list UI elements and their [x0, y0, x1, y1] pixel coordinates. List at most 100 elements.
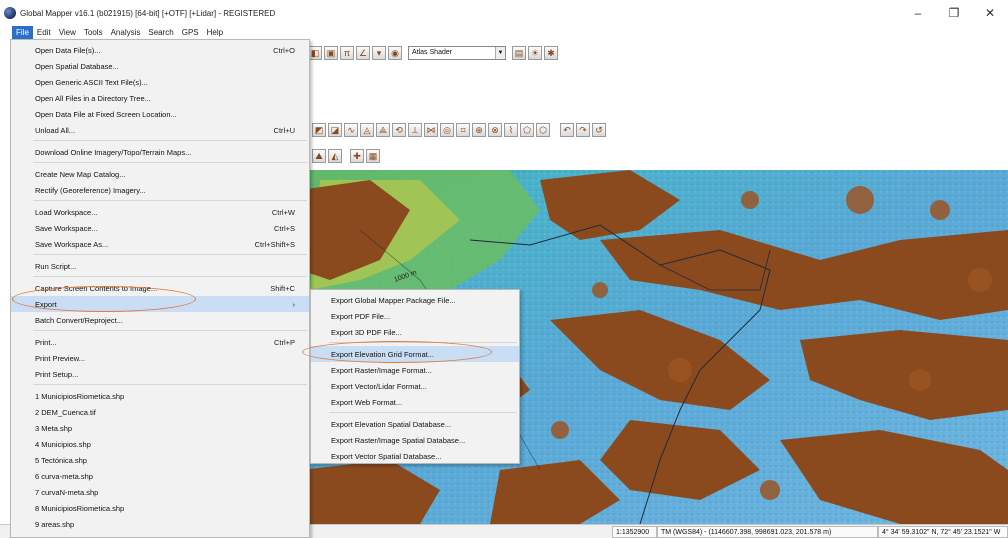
recent-file-item[interactable]: 2 DEM_Cuenca.tif — [11, 404, 309, 420]
delete-feature-icon[interactable]: ⊗ — [488, 123, 502, 137]
edit-vertex-icon[interactable]: ◬ — [360, 123, 374, 137]
minimize-button[interactable]: – — [900, 0, 936, 26]
split-icon[interactable]: ⟂ — [408, 123, 422, 137]
menu-help[interactable]: Help — [203, 26, 227, 39]
menu-separator — [33, 276, 307, 277]
menu-search[interactable]: Search — [144, 26, 177, 39]
hillshade-icon[interactable]: ✱ — [544, 46, 558, 60]
recent-file-item[interactable]: 7 curvaN-meta.shp — [11, 484, 309, 500]
menu-label: Open Data File(s)... — [35, 45, 101, 55]
draw-line-icon[interactable]: ◪ — [328, 123, 342, 137]
menu-separator — [33, 200, 307, 201]
menu-shortcut: Ctrl+O — [273, 45, 295, 55]
menu-label: 7 curvaN-meta.shp — [35, 487, 99, 497]
export-raster-image[interactable]: Export Raster/Image Format... — [311, 362, 519, 378]
menu-analysis[interactable]: Analysis — [107, 26, 145, 39]
path-profile-icon[interactable]: ⛰ — [312, 149, 326, 163]
image-icon[interactable]: ▣ — [324, 46, 338, 60]
menu-print-setup[interactable]: Print Setup... — [11, 366, 309, 382]
menu-label: Save Workspace... — [35, 223, 98, 233]
combine-icon[interactable]: ⊕ — [472, 123, 486, 137]
menu-rectify-imagery[interactable]: Rectify (Georeference) Imagery... — [11, 182, 309, 198]
move-feature-icon[interactable]: ⟁ — [376, 123, 390, 137]
shape-icon[interactable]: ⬠ — [520, 123, 534, 137]
polygon-icon[interactable]: ⬡ — [536, 123, 550, 137]
export-elevation-spatial-db[interactable]: Export Elevation Spatial Database... — [311, 416, 519, 432]
menu-gps[interactable]: GPS — [178, 26, 203, 39]
redo-icon[interactable]: ↷ — [576, 123, 590, 137]
export-raster-spatial-db[interactable]: Export Raster/Image Spatial Database... — [311, 432, 519, 448]
3d-view-icon[interactable]: ✚ — [350, 149, 364, 163]
menu-download-online[interactable]: Download Online Imagery/Topo/Terrain Map… — [11, 144, 309, 160]
menu-label: 4 Municipios.shp — [35, 439, 91, 449]
chevron-right-icon: › — [292, 299, 296, 309]
menu-label: Open All Files in a Directory Tree... — [35, 93, 151, 103]
view-shed-icon[interactable]: ◭ — [328, 149, 342, 163]
undo-icon[interactable]: ↶ — [560, 123, 574, 137]
window-title: Global Mapper v16.1 (b021915) [64-bit] [… — [20, 8, 276, 18]
rotate-icon[interactable]: ⟲ — [392, 123, 406, 137]
recent-file-item[interactable]: 6 curva-meta.shp — [11, 468, 309, 484]
menu-label: Batch Convert/Reproject... — [35, 315, 123, 325]
grid-icon[interactable]: ▦ — [366, 149, 380, 163]
menu-open-data-files[interactable]: Open Data File(s)... Ctrl+O — [11, 42, 309, 58]
menu-open-ascii[interactable]: Open Generic ASCII Text File(s)... — [11, 74, 309, 90]
menu-shortcut: Shift+C — [270, 283, 295, 293]
menu-unload-all[interactable]: Unload All... Ctrl+U — [11, 122, 309, 138]
recent-file-item[interactable]: 3 Meta.shp — [11, 420, 309, 436]
merge-icon[interactable]: ⋈ — [424, 123, 438, 137]
menu-view[interactable]: View — [55, 26, 80, 39]
recent-file-item[interactable]: 1 MunicipiosRiometica.shp — [11, 388, 309, 404]
menu-tools[interactable]: Tools — [80, 26, 107, 39]
menu-run-script[interactable]: Run Script... — [11, 258, 309, 274]
export-global-mapper-package[interactable]: Export Global Mapper Package File... — [311, 292, 519, 308]
export-vector-spatial-db[interactable]: Export Vector Spatial Database... — [311, 448, 519, 464]
menu-open-fixed-location[interactable]: Open Data File at Fixed Screen Location.… — [11, 106, 309, 122]
export-3d-pdf[interactable]: Export 3D PDF File... — [311, 324, 519, 340]
menu-label: Run Script... — [35, 261, 77, 271]
recent-file-item[interactable]: 8 MunicipiosRiometica.shp — [11, 500, 309, 516]
draw-curve-icon[interactable]: ∿ — [344, 123, 358, 137]
snap-icon[interactable]: ↺ — [592, 123, 606, 137]
menu-load-workspace[interactable]: Load Workspace... Ctrl+W — [11, 204, 309, 220]
binoculars-icon[interactable]: ◉ — [388, 46, 402, 60]
export-pdf[interactable]: Export PDF File... — [311, 308, 519, 324]
menu-label: Open Spatial Database... — [35, 61, 119, 71]
pi-icon[interactable]: π — [340, 46, 354, 60]
layer-control-icon[interactable]: ◧ — [308, 46, 322, 60]
export-vector-lidar[interactable]: Export Vector/Lidar Format... — [311, 378, 519, 394]
recent-file-item[interactable]: 4 Municipios.shp — [11, 436, 309, 452]
menu-file[interactable]: File — [12, 26, 33, 39]
restore-button[interactable]: ❐ — [936, 0, 972, 26]
menu-edit[interactable]: Edit — [33, 26, 55, 39]
menu-print[interactable]: Print... Ctrl+P — [11, 334, 309, 350]
menu-label: Open Data File at Fixed Screen Location.… — [35, 109, 177, 119]
close-button[interactable]: ✕ — [972, 0, 1008, 26]
crop-icon[interactable]: ⌗ — [456, 123, 470, 137]
buffer-icon[interactable]: ◎ — [440, 123, 454, 137]
menu-label: Print... — [35, 337, 57, 347]
menu-print-preview[interactable]: Print Preview... — [11, 350, 309, 366]
menu-open-directory-tree[interactable]: Open All Files in a Directory Tree... — [11, 90, 309, 106]
measure-icon[interactable]: ⌇ — [504, 123, 518, 137]
menu-batch-convert[interactable]: Batch Convert/Reproject... — [11, 312, 309, 328]
toolbar-top: ◧ ▣ π ∠ ▾ ◉ Atlas Shader ▼ ▤ ☀ ✱ — [308, 46, 558, 60]
menu-create-map-catalog[interactable]: Create New Map Catalog... — [11, 166, 309, 182]
menu-open-spatial-database[interactable]: Open Spatial Database... — [11, 58, 309, 74]
dropdown-arrow-icon[interactable]: ▾ — [372, 46, 386, 60]
export-web-format[interactable]: Export Web Format... — [311, 394, 519, 410]
light-icon[interactable]: ☀ — [528, 46, 542, 60]
export-submenu: Export Global Mapper Package File... Exp… — [310, 289, 520, 464]
recent-file-item[interactable]: 9 areas.shp — [11, 516, 309, 532]
recent-file-item[interactable]: 5 Tectónica.shp — [11, 452, 309, 468]
menu-label: 6 curva-meta.shp — [35, 471, 93, 481]
angle-icon[interactable]: ∠ — [356, 46, 370, 60]
menu-save-workspace-as[interactable]: Save Workspace As... Ctrl+Shift+S — [11, 236, 309, 252]
shader-select[interactable]: Atlas Shader ▼ — [408, 46, 506, 60]
menu-save-workspace[interactable]: Save Workspace... Ctrl+S — [11, 220, 309, 236]
draw-area-icon[interactable]: ◩ — [312, 123, 326, 137]
menu-label: Load Workspace... — [35, 207, 98, 217]
color-shader-icon[interactable]: ▤ — [512, 46, 526, 60]
title-bar: Global Mapper v16.1 (b021915) [64-bit] [… — [0, 0, 1008, 26]
menu-label: 1 MunicipiosRiometica.shp — [35, 391, 125, 401]
